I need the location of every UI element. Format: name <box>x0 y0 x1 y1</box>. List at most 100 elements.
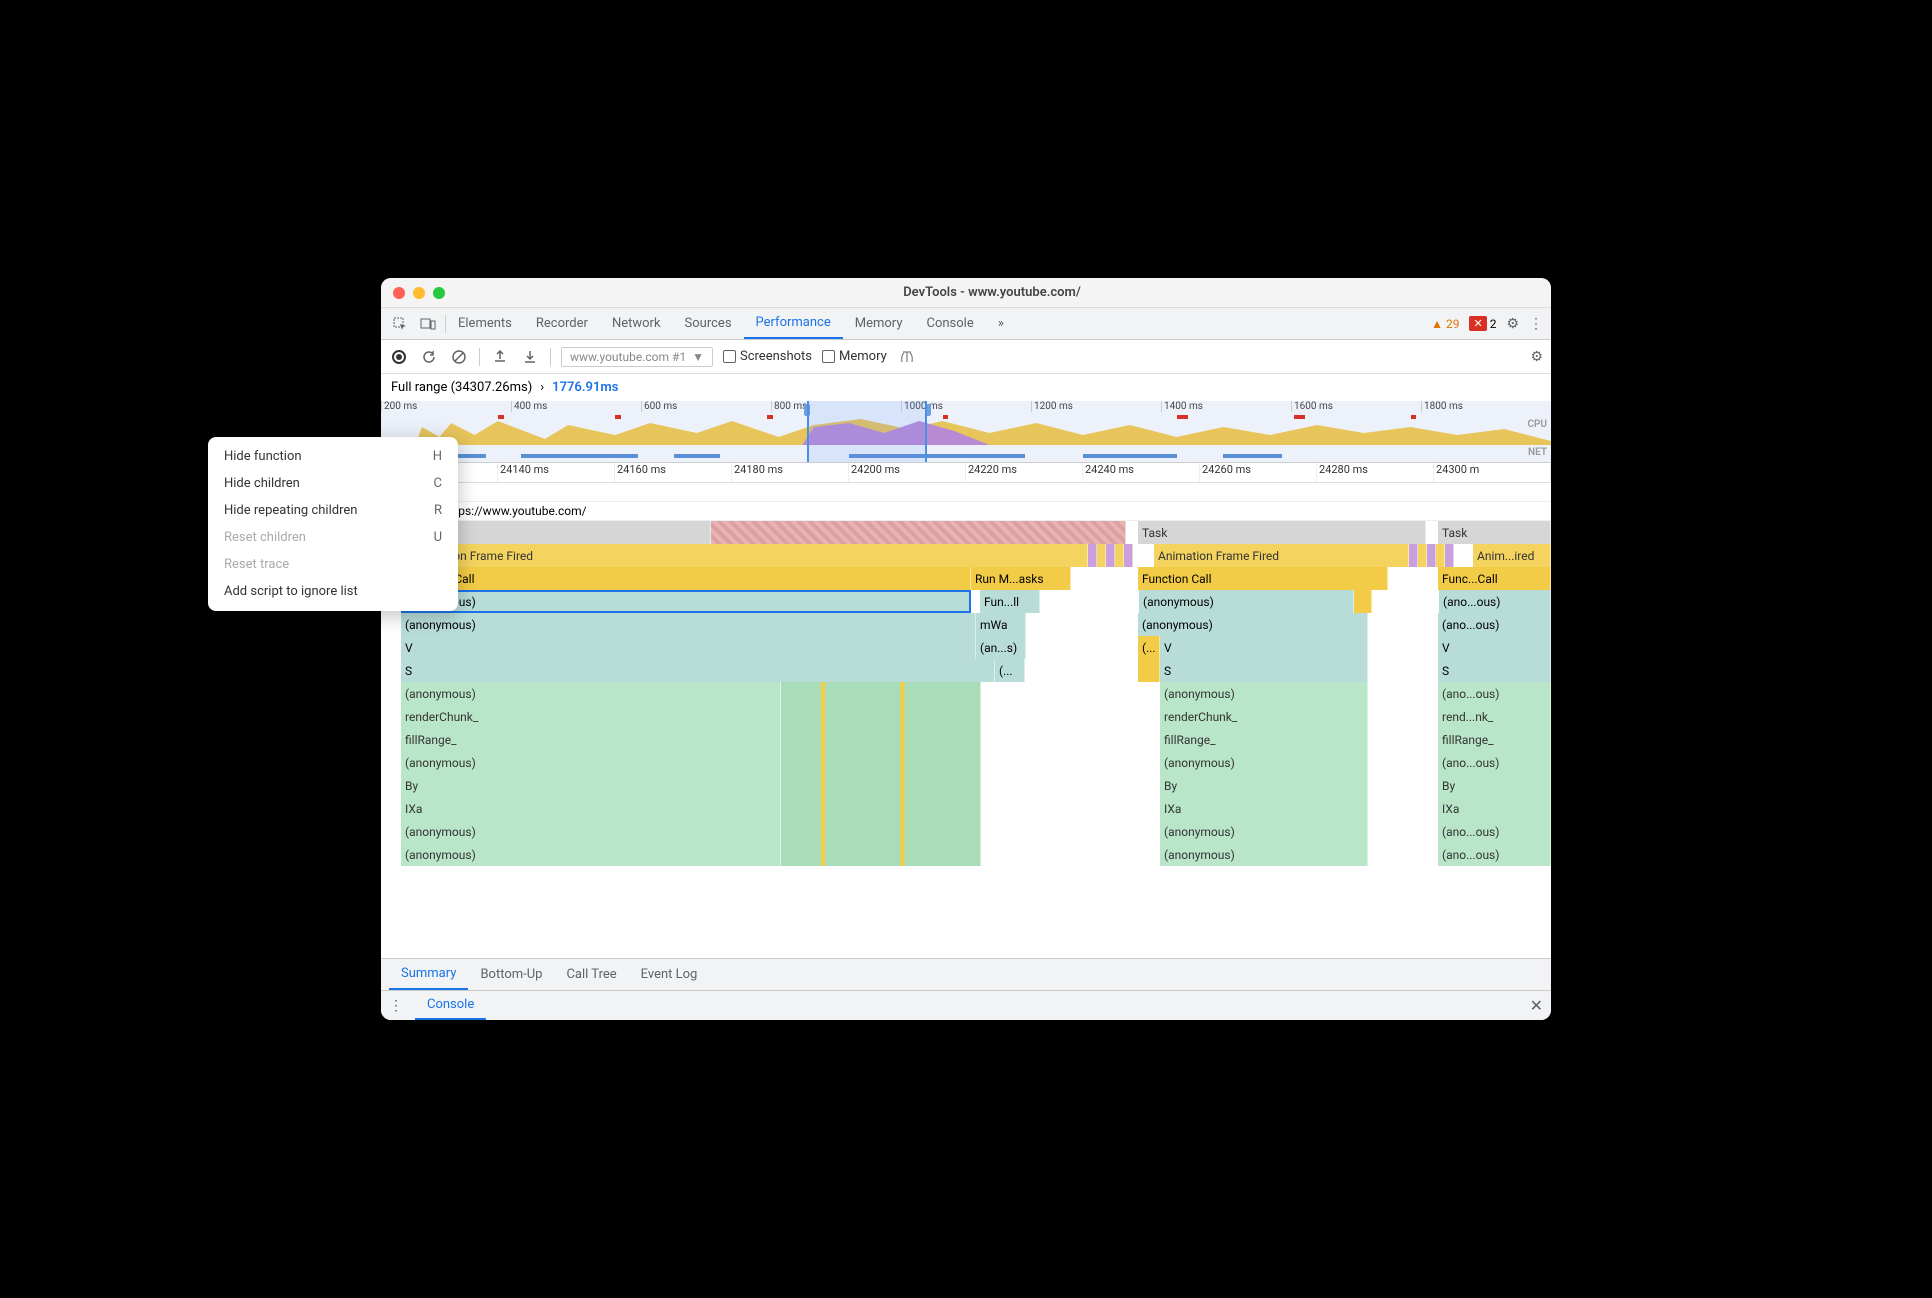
flame-block[interactable]: (ano...ous) <box>1438 843 1551 866</box>
console-drawer-tab[interactable]: Console <box>415 991 486 1020</box>
flame-block[interactable] <box>1115 544 1124 567</box>
flame-block[interactable]: By <box>401 774 781 797</box>
settings-icon[interactable]: ⚙ <box>1506 316 1519 332</box>
flame-block[interactable] <box>1436 544 1445 567</box>
network-track-header[interactable]: ▶ Network <box>381 483 1551 502</box>
clear-button[interactable] <box>449 347 469 367</box>
flame-block[interactable]: Run M...asks <box>971 567 1071 590</box>
flame-block[interactable]: (anonymous) <box>1160 682 1368 705</box>
more-icon[interactable]: ⋮ <box>1529 316 1543 332</box>
close-drawer-icon[interactable]: ✕ <box>1530 996 1543 1015</box>
flame-block[interactable]: Function Call <box>1138 567 1388 590</box>
flame-block[interactable]: fillRange_ <box>1438 728 1551 751</box>
tab-memory[interactable]: Memory <box>843 308 915 339</box>
flame-block[interactable] <box>781 682 981 705</box>
main-track-header[interactable]: ▼ Main — https://www.youtube.com/ <box>381 502 1551 521</box>
more-tabs-icon[interactable]: » <box>986 308 1016 339</box>
flame-block[interactable] <box>1088 544 1097 567</box>
flame-block[interactable]: (anonymous) <box>1160 751 1368 774</box>
flame-block[interactable]: (anonymous) <box>1160 820 1368 843</box>
context-menu-item[interactable]: Hide childrenC <box>381 470 458 497</box>
flame-block[interactable] <box>781 797 981 820</box>
flame-block[interactable] <box>781 774 981 797</box>
close-dot[interactable] <box>393 287 405 299</box>
flame-block-selected[interactable]: (anonymous) <box>401 590 971 613</box>
reload-button[interactable] <box>419 347 439 367</box>
flame-block[interactable]: (ano...ous) <box>1438 820 1551 843</box>
flame-block[interactable]: (anonymous) <box>1138 613 1368 636</box>
flame-block[interactable]: renderChunk_ <box>1160 705 1368 728</box>
flame-block[interactable]: (anonymous) <box>1160 843 1368 866</box>
flame-block[interactable] <box>781 751 981 774</box>
record-button[interactable] <box>389 347 409 367</box>
panel-settings-icon[interactable]: ⚙ <box>1530 349 1543 365</box>
upload-icon[interactable] <box>490 347 510 367</box>
flame-chart[interactable]: Task Task Task Animation Frame Fired Ani… <box>381 521 1551 958</box>
flame-block[interactable]: Anim...ired <box>1473 544 1551 567</box>
flame-block[interactable]: Task <box>1138 521 1426 544</box>
flame-block[interactable]: By <box>1438 774 1551 797</box>
flame-block[interactable] <box>781 705 981 728</box>
tab-performance[interactable]: Performance <box>744 308 843 339</box>
flame-block[interactable]: By <box>1160 774 1368 797</box>
flame-block[interactable]: Animation Frame Fired <box>1154 544 1409 567</box>
flame-block[interactable] <box>1354 590 1372 613</box>
flame-block[interactable]: (anonymous) <box>1139 590 1354 613</box>
inspect-icon[interactable] <box>389 313 411 335</box>
flame-block[interactable]: (... <box>1138 636 1160 659</box>
tab-recorder[interactable]: Recorder <box>524 308 600 339</box>
flame-block-long-task[interactable] <box>711 521 1126 544</box>
flame-block[interactable] <box>1418 544 1427 567</box>
flame-block[interactable]: (ano...ous) <box>1438 682 1551 705</box>
flame-block[interactable] <box>1124 544 1133 567</box>
overview-strip[interactable]: 200 ms 400 ms 600 ms 800 ms 1000 ms 1200… <box>381 401 1551 463</box>
flame-block[interactable] <box>1409 544 1418 567</box>
tab-network[interactable]: Network <box>600 308 673 339</box>
context-menu-item[interactable]: Add script to ignore list <box>381 578 458 605</box>
drawer-more-icon[interactable]: ⋮ <box>389 998 403 1014</box>
minimize-dot[interactable] <box>413 287 425 299</box>
flame-block[interactable] <box>1427 544 1436 567</box>
timeline-ruler[interactable]: 120 ms 24140 ms 24160 ms 24180 ms 24200 … <box>381 463 1551 483</box>
full-range-label[interactable]: Full range (34307.26ms) <box>391 380 532 395</box>
btab-event-log[interactable]: Event Log <box>629 959 710 990</box>
btab-bottom-up[interactable]: Bottom-Up <box>468 959 554 990</box>
flame-block[interactable]: (anonymous) <box>401 682 781 705</box>
flame-block[interactable] <box>1106 544 1115 567</box>
flame-block[interactable] <box>781 843 981 866</box>
zoom-dot[interactable] <box>433 287 445 299</box>
profile-select[interactable]: www.youtube.com #1 ▼ <box>561 347 713 367</box>
flame-block[interactable]: V <box>1438 636 1551 659</box>
tab-elements[interactable]: Elements <box>446 308 524 339</box>
flame-block[interactable]: (an...s) <box>976 636 1026 659</box>
flame-block[interactable]: rend...nk_ <box>1438 705 1551 728</box>
flame-block[interactable] <box>1097 544 1106 567</box>
flame-block[interactable]: V <box>1160 636 1368 659</box>
flame-block[interactable]: S <box>1438 659 1551 682</box>
flame-block[interactable]: Fun...ll <box>980 590 1040 613</box>
btab-summary[interactable]: Summary <box>389 959 468 990</box>
flame-block[interactable]: IXa <box>401 797 781 820</box>
flame-block[interactable]: renderChunk_ <box>401 705 781 728</box>
btab-call-tree[interactable]: Call Tree <box>554 959 628 990</box>
memory-checkbox[interactable]: Memory <box>822 349 887 364</box>
flame-block[interactable] <box>1445 544 1454 567</box>
context-menu-item[interactable]: Hide repeating childrenR <box>381 497 458 524</box>
tab-console[interactable]: Console <box>914 308 985 339</box>
flame-block[interactable]: IXa <box>1160 797 1368 820</box>
context-menu-item[interactable]: Hide functionH <box>381 443 458 470</box>
flame-block[interactable]: fillRange_ <box>401 728 781 751</box>
overview-selection[interactable] <box>807 401 927 462</box>
garbage-collect-icon[interactable] <box>897 347 917 367</box>
errors-badge[interactable]: ✕2 <box>1469 316 1496 331</box>
flame-block[interactable]: Task <box>1438 521 1551 544</box>
download-icon[interactable] <box>520 347 540 367</box>
flame-block[interactable]: (anonymous) <box>401 751 781 774</box>
flame-block[interactable]: S <box>1160 659 1368 682</box>
flame-block[interactable]: Animation Frame Fired <box>408 544 1088 567</box>
flame-block[interactable]: (... <box>995 659 1025 682</box>
flame-block[interactable]: (ano...ous) <box>1438 751 1551 774</box>
flame-block[interactable]: (ano...ous) <box>1439 590 1551 613</box>
warnings-badge[interactable]: ▲ 29 <box>1431 317 1459 331</box>
flame-block[interactable] <box>781 820 981 843</box>
